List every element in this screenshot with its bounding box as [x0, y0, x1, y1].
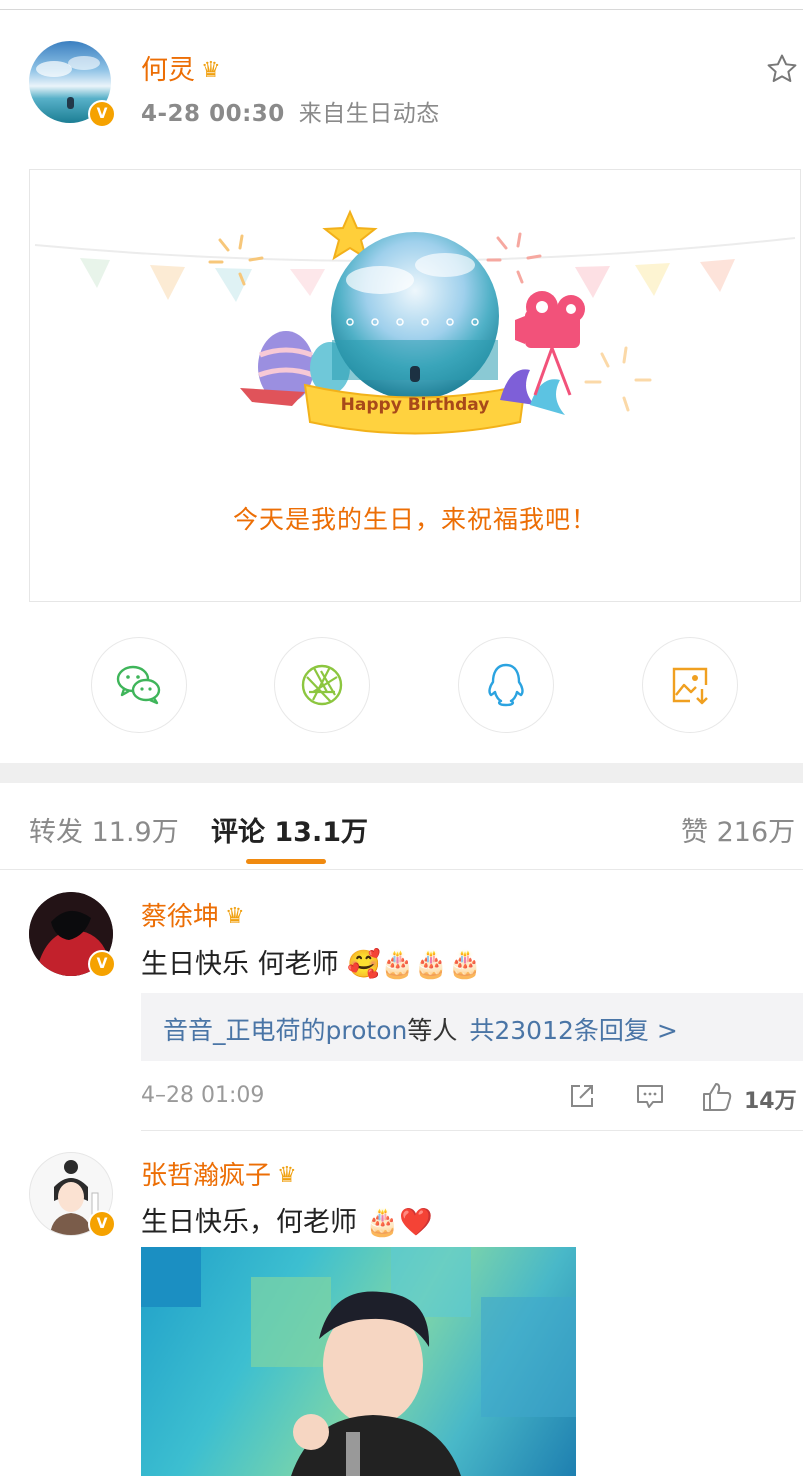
commenter-name-text[interactable]: 张哲瀚疯子 — [141, 1161, 271, 1191]
reply-summary[interactable]: 音音_正电荷的proton等人 共23012条回复 > — [141, 993, 803, 1061]
section-separator — [0, 763, 803, 783]
share-qq-button[interactable] — [458, 637, 554, 733]
commenter-name[interactable]: 蔡徐坤 ♛ — [141, 896, 245, 933]
comment-photo[interactable] — [141, 1247, 576, 1476]
crown-icon: ♛ — [225, 904, 245, 929]
post-time: 4-28 00:30 — [141, 101, 285, 127]
qq-icon — [488, 663, 524, 707]
verified-badge: V — [88, 1210, 116, 1238]
save-image-icon — [672, 667, 708, 705]
tab-likes[interactable]: 赞 216万 — [681, 810, 795, 849]
tab-repost[interactable]: 转发 11.9万 — [29, 810, 179, 849]
tabs-divider — [0, 869, 803, 870]
comment-divider — [141, 1130, 803, 1131]
crown-icon: ♛ — [277, 1163, 297, 1188]
reply-mid-text: 等人 — [407, 1016, 458, 1045]
moments-icon — [301, 664, 343, 706]
banner-text: Happy Birthday — [341, 395, 490, 415]
like-count: 14万 — [744, 1089, 797, 1114]
comment-time: 4–28 01:09 — [141, 1083, 265, 1108]
reply-user-link[interactable]: 音音_正电荷的proton — [163, 1016, 407, 1045]
top-divider — [0, 9, 803, 10]
share-comment-icon[interactable] — [566, 1080, 598, 1116]
share-wechat-button[interactable] — [91, 637, 187, 733]
wechat-icon — [116, 665, 161, 705]
birthday-card[interactable]: Happy Birthday 今天是我的生日，来祝福我吧！ — [29, 169, 801, 602]
comment-text: 生日快乐 何老师 🥰🎂🎂🎂 — [141, 949, 482, 980]
post-author[interactable]: 何灵 ♛ — [141, 48, 221, 87]
verified-badge: V — [88, 950, 116, 978]
commenter-name-text[interactable]: 蔡徐坤 — [141, 902, 219, 932]
author-name[interactable]: 何灵 — [141, 55, 195, 86]
share-moments-button[interactable] — [274, 637, 370, 733]
crown-icon: ♛ — [201, 58, 221, 83]
like-icon[interactable] — [700, 1080, 734, 1118]
tab-comments[interactable]: 评论 13.1万 — [211, 810, 368, 849]
active-tab-indicator — [246, 859, 326, 864]
birthday-message: 今天是我的生日，来祝福我吧！ — [232, 505, 597, 534]
reply-comment-icon[interactable] — [634, 1080, 666, 1116]
post-source: 来自生日动态 — [298, 101, 440, 127]
comment-text: 生日快乐，何老师 🎂❤️ — [141, 1207, 433, 1238]
reply-count-link[interactable]: 共23012条回复 > — [469, 1016, 677, 1045]
commenter-name[interactable]: 张哲瀚疯子 ♛ — [141, 1155, 297, 1192]
save-image-button[interactable] — [642, 637, 738, 733]
verified-badge: V — [88, 100, 116, 128]
favorite-star-icon[interactable] — [765, 52, 799, 86]
post-meta: 4-28 00:30 来自生日动态 — [141, 94, 440, 128]
reply-summary-text[interactable]: 音音_正电荷的proton等人 共23012条回复 > — [163, 1011, 678, 1047]
birthday-illustration: Happy Birthday — [34, 209, 796, 435]
